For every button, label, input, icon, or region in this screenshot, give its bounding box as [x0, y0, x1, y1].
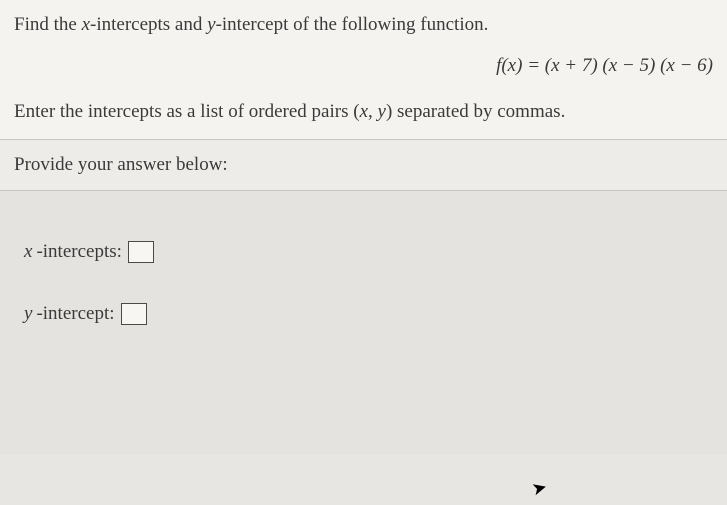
- answer-header: Provide your answer below:: [0, 140, 727, 191]
- pair-sep: ,: [368, 101, 378, 122]
- y-intercept-var: y: [24, 303, 32, 325]
- y-intercept-input[interactable]: [121, 303, 147, 325]
- prompt-mid1: -intercepts and: [90, 14, 207, 35]
- answer-area: x -intercepts: y -intercept:: [0, 191, 727, 455]
- x-intercepts-row: x -intercepts:: [24, 241, 703, 263]
- x-intercepts-input[interactable]: [128, 241, 154, 263]
- x-variable: x: [82, 14, 90, 35]
- question-section: Find the x-intercepts and y-intercept of…: [0, 0, 727, 140]
- prompt-mid2: -intercept of the following function.: [216, 14, 489, 35]
- pair-y: y: [378, 101, 386, 122]
- prompt-prefix: Find the: [14, 14, 82, 35]
- instruction-suffix: ) separated by commas.: [386, 101, 565, 122]
- equation-rhs: (x + 7) (x − 5) (x − 6): [545, 55, 713, 76]
- y-intercept-label: -intercept:: [36, 303, 114, 325]
- equation-lhs: f(x) =: [496, 55, 545, 76]
- x-intercepts-label: -intercepts:: [36, 241, 121, 263]
- equation-display: f(x) = (x + 7) (x − 5) (x − 6): [0, 47, 727, 89]
- y-variable: y: [207, 14, 215, 35]
- cursor-icon: ➤: [529, 476, 549, 500]
- pair-x: x: [360, 101, 368, 122]
- instruction-text: Enter the intercepts as a list of ordere…: [0, 89, 727, 140]
- y-intercept-row: y -intercept:: [24, 303, 703, 325]
- instruction-prefix: Enter the intercepts as a list of ordere…: [14, 101, 360, 122]
- x-intercepts-var: x: [24, 241, 32, 263]
- question-prompt: Find the x-intercepts and y-intercept of…: [0, 0, 727, 47]
- answer-header-text: Provide your answer below:: [14, 154, 228, 175]
